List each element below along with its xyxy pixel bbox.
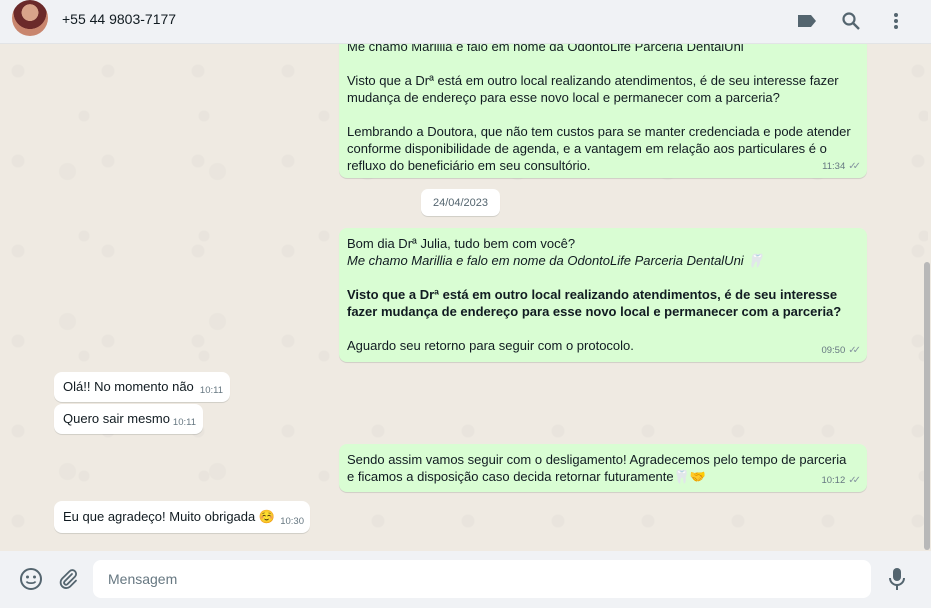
attach-icon[interactable] [55,566,81,592]
read-ticks-icon: ✓✓ [848,161,861,172]
message-incoming[interactable]: Eu que agradeço! Muito obrigada ☺️ 10:30 [54,501,310,533]
message-time: 10:11 [172,417,196,428]
message-meta: 10:11 [200,382,223,399]
emoji-icon[interactable] [18,566,44,592]
read-ticks-icon: ✓✓ [848,475,861,486]
message-text: Lembrando a Doutora, que não tem custos … [347,124,851,173]
message-meta: 10:12 ✓✓ [821,472,861,489]
microphone-icon[interactable] [884,566,910,592]
message-text: Sendo assim vamos seguir com o desligame… [347,452,847,484]
message-time: 10:12 [821,475,846,486]
message-text: Eu que agradeço! Muito obrigada ☺️ [63,509,276,524]
search-icon[interactable] [839,9,863,33]
read-ticks-icon: ✓✓ [848,345,861,356]
message-text-italic: Me chamo Marillia e falo em nome da Odon… [347,253,764,268]
message-time: 10:30 [280,516,304,527]
message-text-bold: Visto que a Drª está em outro local real… [347,287,842,319]
message-input[interactable] [93,560,871,598]
message-meta: 11:34 ✓✓ [822,158,861,175]
message-meta: 10:11 [173,414,196,431]
compose-bar [0,551,931,608]
message-text: Visto que a Drª está em outro local real… [347,73,839,105]
contact-phone[interactable]: +55 44 9803-7177 [62,11,176,27]
message-incoming[interactable]: Olá!! No momento não 10:11 [54,372,230,402]
message-time: 10:11 [199,385,223,396]
label-icon[interactable] [795,9,819,33]
message-meta: 09:50 ✓✓ [821,342,861,359]
message-text-partial: Me chamo Marillia e falo em nome da Odon… [347,44,744,54]
message-time: 09:50 [821,345,846,356]
message-outgoing[interactable]: Bom dia Drª Julia, tudo bem com você? Me… [339,228,867,362]
message-outgoing[interactable]: Me chamo Marillia e falo em nome da Odon… [339,44,867,178]
menu-icon[interactable] [884,9,908,33]
chat-scrollbar[interactable] [924,262,930,550]
date-separator: 24/04/2023 [421,189,500,216]
contact-avatar[interactable] [12,0,48,36]
message-outgoing[interactable]: Sendo assim vamos seguir com o desligame… [339,444,867,492]
message-text: Bom dia Drª Julia, tudo bem com você? [347,236,576,251]
message-incoming[interactable]: Quero sair mesmo 10:11 [54,404,203,434]
chat-header: +55 44 9803-7177 [0,0,931,44]
message-meta: 10:30 [280,513,304,530]
message-text: Aguardo seu retorno para seguir com o pr… [347,338,634,353]
chat-area[interactable]: Me chamo Marillia e falo em nome da Odon… [0,44,928,551]
message-time: 11:34 [822,161,846,172]
